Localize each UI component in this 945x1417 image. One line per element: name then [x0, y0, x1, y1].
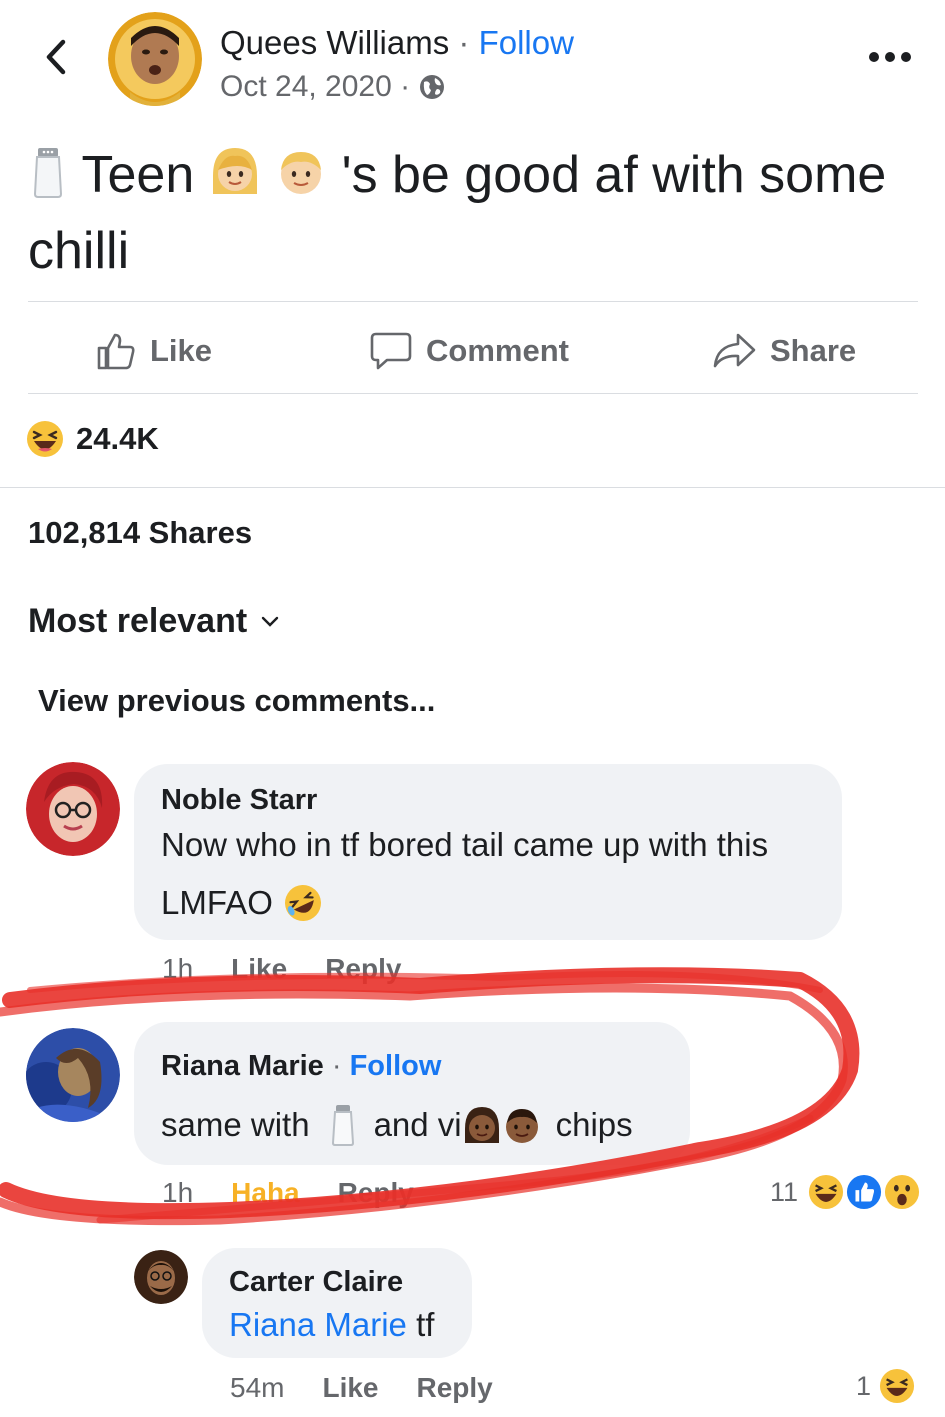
post-date[interactable]: Oct 24, 2020 ·	[220, 70, 410, 104]
comment-time[interactable]: 1h	[162, 953, 193, 985]
like-reaction-icon	[846, 1174, 882, 1210]
reply-avatar[interactable]	[134, 1250, 188, 1304]
comment-time[interactable]: 1h	[162, 1177, 193, 1209]
thumbs-up-icon	[97, 333, 135, 370]
reply-text-body: tf	[416, 1306, 435, 1343]
comment-button[interactable]: Comment	[370, 326, 569, 376]
blonde-boy-emoji-icon	[275, 146, 327, 216]
post-date-line: Oct 24, 2020 ·	[220, 70, 446, 104]
comment-reply-button[interactable]: Reply	[338, 1177, 414, 1209]
chevron-down-icon	[261, 616, 279, 627]
commenter-line: Riana Marie · Follow	[161, 1050, 441, 1083]
reply-reply-button[interactable]: Reply	[417, 1372, 493, 1404]
share-label: Share	[770, 333, 857, 368]
like-label: Like	[150, 333, 213, 368]
follow-button[interactable]: Follow	[479, 24, 574, 61]
back-button[interactable]	[36, 30, 76, 84]
comment-bubble: Riana Marie · Follow same with and vi ch…	[134, 1022, 690, 1165]
comment-reaction-count: 11	[770, 1176, 799, 1207]
haha-reaction-icon	[808, 1174, 844, 1210]
comment-bubble: Noble Starr Now who in tf bored tail cam…	[134, 764, 842, 940]
haha-reaction-icon	[879, 1368, 915, 1404]
comment-text-mid: and vi	[373, 1106, 462, 1143]
comment-meta: 1h Like Reply	[162, 953, 401, 985]
more-options-button[interactable]	[860, 42, 920, 72]
girl-emoji-icon	[464, 1107, 499, 1143]
comment-text: Now who in tf bored tail came up with th…	[161, 816, 831, 932]
like-button[interactable]: Like	[96, 326, 212, 376]
comment-text: same with and vi chips	[161, 1096, 633, 1154]
comment-sort-dropdown[interactable]: Most relevant	[28, 602, 279, 641]
commenter-name[interactable]: Carter Claire	[229, 1266, 403, 1299]
share-arrow-icon	[713, 333, 756, 368]
post-body: Teen 's be good af with some chilli	[28, 140, 918, 286]
chevron-left-icon	[46, 39, 66, 75]
comment-text-line: LMFAO	[161, 874, 831, 932]
sort-label: Most relevant	[28, 602, 248, 640]
author-name[interactable]: Quees Williams	[220, 24, 449, 61]
reply-text: Riana Marie tf	[229, 1296, 434, 1354]
follow-button[interactable]: Follow	[350, 1050, 442, 1082]
post-text-start: Teen	[81, 146, 195, 204]
boy-emoji-icon	[505, 1109, 538, 1143]
share-button[interactable]: Share	[712, 326, 856, 376]
post-author-line: Quees Williams · Follow	[220, 24, 574, 62]
comment-text-end: chips	[555, 1106, 633, 1143]
comment-avatar[interactable]	[26, 762, 120, 856]
divider-top	[28, 301, 918, 302]
view-previous-comments-link[interactable]: View previous comments...	[38, 683, 435, 719]
commenter-name[interactable]: Noble Starr	[161, 784, 317, 817]
comment-text-lmfao: LMFAO	[161, 884, 273, 921]
salt-shaker-icon	[28, 146, 68, 216]
comment-bubble-icon	[370, 332, 412, 370]
mention-link[interactable]: Riana Marie	[229, 1306, 407, 1343]
reply-reaction-count: 1	[856, 1370, 872, 1401]
comment-reply-button[interactable]: Reply	[325, 953, 401, 985]
comment-reaction-summary[interactable]: 11	[770, 1174, 920, 1210]
salt-shaker-icon	[331, 1105, 354, 1146]
comment-text-start: same with	[161, 1106, 310, 1143]
comment-label: Comment	[426, 333, 569, 368]
reply-meta: 54m Like Reply	[230, 1372, 493, 1404]
comment-text-line: Now who in tf bored tail came up with th…	[161, 826, 769, 863]
reaction-count: 24.4K	[76, 421, 159, 456]
globe-icon	[420, 75, 445, 99]
ellipsis-icon	[869, 52, 911, 62]
reply-reaction-summary[interactable]: 1	[856, 1368, 915, 1404]
comment-avatar[interactable]	[26, 1028, 120, 1122]
separator-dot: ·	[331, 1050, 342, 1082]
wow-reaction-icon	[884, 1174, 920, 1210]
comment-haha-reaction-button[interactable]: Haha	[231, 1177, 299, 1209]
divider-bottom	[0, 487, 945, 488]
separator-dot: ·	[458, 24, 470, 61]
comment-meta: 1h Haha Reply	[162, 1177, 414, 1209]
rolling-laughing-emoji-icon	[284, 885, 321, 921]
reply-time[interactable]: 54m	[230, 1372, 284, 1404]
comment-like-button[interactable]: Like	[231, 953, 287, 985]
reply-like-button[interactable]: Like	[322, 1372, 378, 1404]
reaction-summary[interactable]: 24.4K	[26, 420, 159, 458]
commenter-name[interactable]: Riana Marie	[161, 1050, 324, 1082]
author-avatar[interactable]	[108, 12, 202, 106]
reply-bubble: Carter Claire Riana Marie tf	[202, 1248, 472, 1358]
shares-count[interactable]: 102,814 Shares	[28, 515, 252, 551]
haha-reaction-icon	[27, 421, 63, 457]
divider-middle	[28, 393, 918, 394]
blonde-girl-emoji-icon	[209, 146, 261, 216]
